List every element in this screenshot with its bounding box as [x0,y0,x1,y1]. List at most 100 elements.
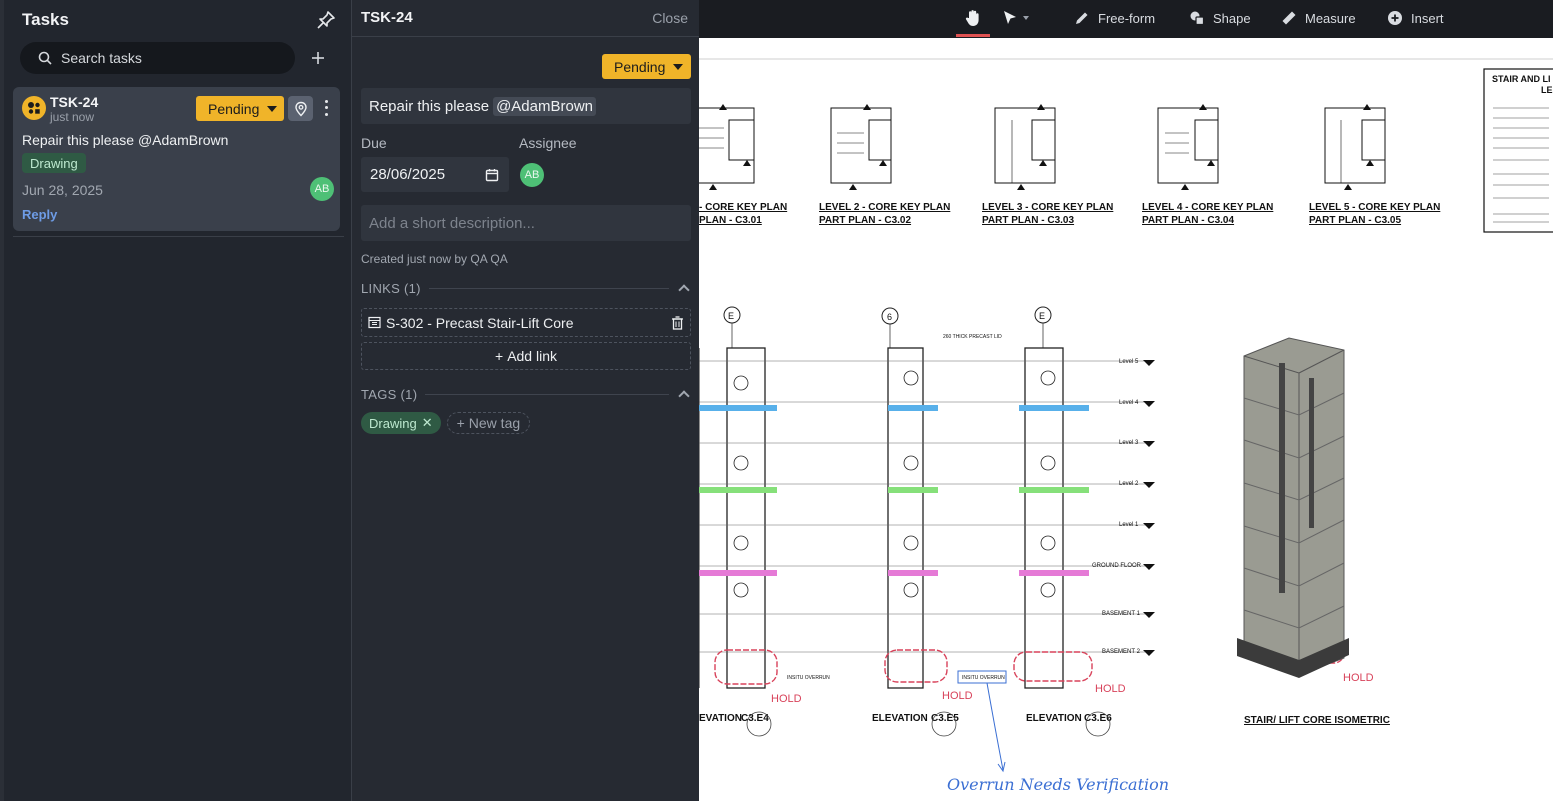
assignee-label: Assignee [519,135,577,151]
insert-label: Insert [1411,10,1444,26]
app: Tasks Search tasks TSK-24 just now Pendi… [0,0,1553,801]
description-placeholder: Add a short description... [369,214,535,232]
caret-down-icon [673,63,684,70]
chevron-up-icon[interactable] [678,284,690,296]
add-link-button[interactable]: + Add link [361,342,691,370]
links-label: LINKS (1) [361,280,421,296]
plus-circle-icon [1388,11,1402,25]
key-plan-2 [830,107,892,184]
pencil-icon [1076,12,1088,24]
section-divider [425,393,669,395]
elevation-ref: C3.E4 [741,713,769,724]
select-tool-button[interactable] [1001,0,1029,36]
plus-icon: + [495,348,504,364]
isometric-core [1237,337,1349,678]
elevation-ref: C3.E6 [1084,713,1112,724]
grid-label: E [728,311,734,321]
insert-tool-button[interactable]: Insert [1387,0,1444,36]
plan-title: LEVEL 4 - CORE KEY PLAN [1142,202,1273,213]
divider [13,236,344,237]
detail-header: TSK-24 Close [352,0,699,37]
hold-label: HOLD [1095,683,1126,695]
pan-tool-button[interactable] [963,0,983,36]
annotation-toolbar: Free-form Shape Measure Insert [699,0,1553,38]
chevron-up-icon[interactable] [678,390,690,402]
more-options-icon[interactable] [321,98,331,118]
due-date-value: 28/06/2025 [370,166,446,183]
level-label: Level 4 [1119,400,1139,406]
plan-title: LEVEL 5 - CORE KEY PLAN [1309,202,1440,213]
map-pin-icon [294,101,307,116]
iso-title: STAIR/ LIFT CORE ISOMETRIC [1244,715,1390,726]
elevation-columns [699,306,1149,689]
drawing-icon [368,316,381,329]
locate-pin-button[interactable] [288,96,313,121]
task-card[interactable]: TSK-24 just now Pending Repair this plea… [13,87,340,231]
task-text: Repair this please @AdamBrown [22,132,229,148]
plan-subtitle: PART PLAN - C3.05 [1309,215,1401,226]
section-divider [428,287,669,289]
plan-title: - CORE KEY PLAN [699,202,787,213]
reply-link[interactable]: Reply [22,207,57,222]
new-tag-label: New tag [468,415,521,431]
status-label: Pending [614,58,666,75]
plan-title: LEVEL 2 - CORE KEY PLAN [819,202,950,213]
detail-title: TSK-24 [361,9,413,26]
shape-label: Shape [1213,10,1251,26]
task-text-field[interactable]: Repair this please @AdamBrown [361,88,691,124]
add-task-button[interactable] [304,44,332,72]
link-item[interactable]: S-302 - Precast Stair-Lift Core [361,308,691,337]
task-list-panel: Tasks Search tasks TSK-24 just now Pendi… [0,0,352,801]
precast-note: 260 THICK PRECAST LID [943,334,1002,340]
pin-icon[interactable] [315,9,337,31]
assignee-avatar[interactable]: AB [520,163,544,187]
measure-tool-button[interactable]: Measure [1281,0,1356,36]
shape-icon [1190,11,1205,26]
task-detail-panel: TSK-24 Close Pending Repair this please … [352,0,699,801]
link-name: S-302 - Precast Stair-Lift Core [386,314,574,331]
search-input[interactable]: Search tasks [20,42,295,74]
level-label: Level 3 [1119,440,1139,446]
new-tag-button[interactable]: + New tag [446,412,531,434]
close-button[interactable]: Close [652,10,688,26]
level-label: GROUND FLOOR [1092,563,1142,569]
plan-subtitle: PART PLAN - C3.02 [819,215,911,226]
elevation-label: ELEVATION [872,713,928,724]
level-labels: Level 5 Level 4 Level 3 Level 2 Level 1 … [1092,359,1155,656]
tags-section-header[interactable]: TAGS (1) [361,386,691,402]
detail-status-dropdown[interactable]: Pending [602,54,691,79]
trash-icon[interactable] [671,315,684,330]
key-plans [699,104,1386,190]
due-label: Due [361,135,387,151]
remove-tag-icon[interactable]: ✕ [422,415,433,431]
calendar-icon[interactable] [485,168,499,182]
task-status-dropdown[interactable]: Pending [196,96,284,121]
caret-down-icon [267,105,278,112]
active-tool-indicator [956,34,990,37]
elevation-label: EVATION [699,713,742,724]
level-label: Level 2 [1119,481,1139,487]
hold-label: HOLD [1343,672,1374,684]
shape-tool-button[interactable]: Shape [1189,0,1251,36]
chevron-down-icon [1023,16,1029,20]
plan-subtitle: PLAN - C3.01 [699,215,762,226]
search-icon [38,51,52,65]
hold-label: HOLD [942,690,973,702]
grid-label: E [1039,311,1045,321]
legend-title: STAIR AND LI [1492,74,1551,84]
created-meta: Created just now by QA QA [361,252,508,266]
links-section-header[interactable]: LINKS (1) [361,280,691,296]
description-input[interactable]: Add a short description... [361,205,691,241]
level-label: Level 5 [1119,359,1139,365]
elevation-label: ELEVATION [1026,713,1082,724]
freeform-tool-button[interactable]: Free-form [1074,0,1155,36]
task-type-icon [22,96,46,120]
task-list-header: Tasks [22,8,337,32]
assignee-avatar: AB [310,177,334,201]
status-label: Pending [208,100,260,117]
freeform-label: Free-form [1098,10,1156,26]
drawing-canvas[interactable]: STAIR AND LI LE - CORE KEY PLAN PLAN - C… [699,38,1553,801]
due-date-input[interactable]: 28/06/2025 [361,157,509,192]
legend-title-line2: LE [1541,85,1553,95]
level-label: BASEMENT 2 [1102,649,1141,655]
